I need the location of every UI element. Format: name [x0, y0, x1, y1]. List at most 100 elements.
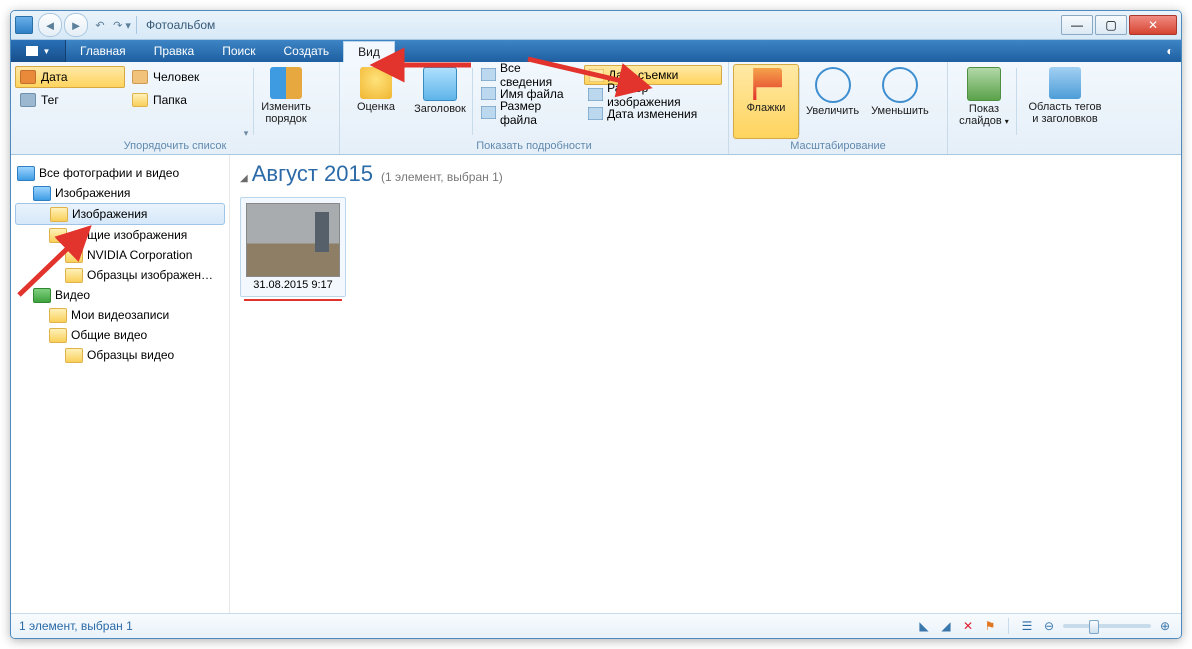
slideshow-icon [967, 67, 1001, 101]
menu-edit[interactable]: Правка [140, 40, 209, 62]
back-button[interactable]: ◄ [38, 13, 62, 37]
minimize-button[interactable]: — [1061, 15, 1093, 35]
window-title: Фотоальбом [146, 18, 215, 32]
rotate-left-button[interactable]: ◣ [916, 618, 932, 634]
tree-nvidia[interactable]: NVIDIA Corporation [15, 245, 225, 265]
tree-all-media[interactable]: Все фотографии и видео [15, 163, 225, 183]
rating-button[interactable]: Оценка [344, 64, 408, 139]
app-window: ◄ ► ↶ ↷ ▾ Фотоальбом — ▢ ✕ ▼ Главная Пра… [10, 10, 1182, 639]
folder-icon [49, 308, 67, 323]
collapse-icon: ◢ [240, 173, 248, 184]
folder-icon [65, 348, 83, 363]
sort-folder-button[interactable]: Папка [127, 89, 237, 111]
menu-create[interactable]: Создать [270, 40, 344, 62]
group-title: Август 2015 [252, 161, 373, 187]
statusbar: 1 элемент, выбран 1 ◣ ◢ ✕ ⚑ ☰ ⊖ ⊕ [11, 613, 1181, 638]
zoom-in-small-button[interactable]: ⊕ [1157, 618, 1173, 634]
filesize-icon [481, 106, 496, 119]
title-button[interactable]: Заголовок [408, 64, 472, 139]
close-button[interactable]: ✕ [1129, 15, 1177, 35]
app-icon [15, 16, 33, 34]
calendar-icon [20, 70, 36, 84]
tree-my-videos[interactable]: Мои видеозаписи [15, 305, 225, 325]
folder-icon [132, 93, 148, 107]
sort-date-button[interactable]: Дата [15, 66, 125, 88]
tag-pane-icon [1049, 67, 1081, 99]
menubar: ▼ Главная Правка Поиск Создать Вид ◐ [11, 40, 1181, 62]
ribbon-group-misc: Показ слайдов ▾ Область тегов и заголовк… [948, 62, 1181, 154]
star-icon [360, 67, 392, 99]
zoom-out-button[interactable]: Уменьшить [865, 64, 935, 139]
tree-shared-images[interactable]: Общие изображения [15, 225, 225, 245]
folder-icon [49, 328, 67, 343]
ribbon-group-sort: Дата Тег Человек Папка ▾ Изменить порядо… [11, 62, 340, 154]
ribbon: Дата Тег Человек Папка ▾ Изменить порядо… [11, 62, 1181, 155]
zoom-out-small-button[interactable]: ⊖ [1041, 618, 1057, 634]
help-button[interactable]: ◐ [1159, 40, 1181, 62]
folder-icon [65, 248, 83, 263]
sort-person-button[interactable]: Человек [127, 66, 237, 88]
content-area: ◢ Август 2015 (1 элемент, выбран 1) 31.0… [230, 155, 1181, 613]
tag-area-button[interactable]: Область тегов и заголовков [1017, 64, 1113, 139]
zoom-slider[interactable] [1063, 624, 1151, 628]
main-area: Все фотографии и видео Изображения Изобр… [11, 155, 1181, 613]
thumbnail-caption: 31.08.2015 9:17 [246, 279, 340, 291]
redo-button[interactable]: ↷ ▾ [112, 14, 132, 36]
tag-icon [20, 93, 36, 107]
menu-search[interactable]: Поиск [208, 40, 269, 62]
filename-icon [481, 87, 496, 100]
reorder-button[interactable]: Изменить порядок [254, 64, 318, 139]
ribbon-group-zoom: Флажки Увеличить Уменьшить Масштабирован… [729, 62, 948, 154]
chk-modified[interactable]: Дата изменения [584, 104, 722, 123]
rotate-right-button[interactable]: ◢ [938, 618, 954, 634]
date-modified-icon [588, 107, 603, 120]
separator [136, 16, 137, 34]
chk-all-details[interactable]: Все сведения [477, 65, 580, 84]
thumbnail-image [246, 203, 340, 277]
group-header[interactable]: ◢ Август 2015 (1 элемент, выбран 1) [240, 161, 1171, 187]
group-label-sort: Упорядочить список [15, 139, 335, 154]
delete-button[interactable]: ✕ [960, 618, 976, 634]
zoom-in-button[interactable]: Увеличить [800, 64, 865, 139]
folder-icon [65, 268, 83, 283]
group-label-zoom: Масштабирование [733, 139, 943, 154]
sort-expand-button[interactable]: ▾ [239, 64, 253, 139]
date-taken-icon [589, 69, 604, 82]
menu-view[interactable]: Вид [343, 41, 395, 62]
file-menu-button[interactable]: ▼ [11, 40, 66, 62]
pictures-icon [33, 186, 51, 201]
chk-filesize[interactable]: Размер файла [477, 103, 580, 122]
tree-images[interactable]: Изображения [15, 183, 225, 203]
video-icon [33, 288, 51, 303]
thumbnail-item[interactable]: 31.08.2015 9:17 [240, 197, 346, 301]
tree-sample-videos[interactable]: Образцы видео [15, 345, 225, 365]
details-toggle-button[interactable]: ☰ [1019, 618, 1035, 634]
forward-button[interactable]: ► [64, 13, 88, 37]
sidebar: Все фотографии и видео Изображения Изобр… [11, 155, 230, 613]
folder-icon [50, 207, 68, 222]
zoom-in-icon [815, 67, 851, 103]
sort-tag-button[interactable]: Тег [15, 89, 125, 111]
zoom-out-icon [882, 67, 918, 103]
flag-icon [750, 68, 782, 100]
annotation-underline [244, 299, 342, 301]
flag-button[interactable]: ⚑ [982, 618, 998, 634]
details-icon [481, 68, 496, 81]
group-subtitle: (1 элемент, выбран 1) [381, 170, 503, 184]
chk-image-size[interactable]: Размер изображения [584, 85, 722, 104]
ribbon-group-details: Оценка Заголовок Все сведения Имя файла … [340, 62, 729, 154]
folder-icon [49, 228, 67, 243]
slideshow-button[interactable]: Показ слайдов ▾ [952, 64, 1016, 139]
tree-images-sub[interactable]: Изображения [15, 203, 225, 225]
menu-main[interactable]: Главная [66, 40, 140, 62]
tree-shared-videos[interactable]: Общие видео [15, 325, 225, 345]
tree-video[interactable]: Видео [15, 285, 225, 305]
swap-arrows-icon [270, 67, 302, 99]
maximize-button[interactable]: ▢ [1095, 15, 1127, 35]
flags-button[interactable]: Флажки [733, 64, 799, 139]
person-icon [132, 70, 148, 84]
title-icon [423, 67, 457, 101]
undo-button[interactable]: ↶ [90, 14, 110, 36]
titlebar: ◄ ► ↶ ↷ ▾ Фотоальбом — ▢ ✕ [11, 11, 1181, 40]
tree-sample-images[interactable]: Образцы изображен… [15, 265, 225, 285]
